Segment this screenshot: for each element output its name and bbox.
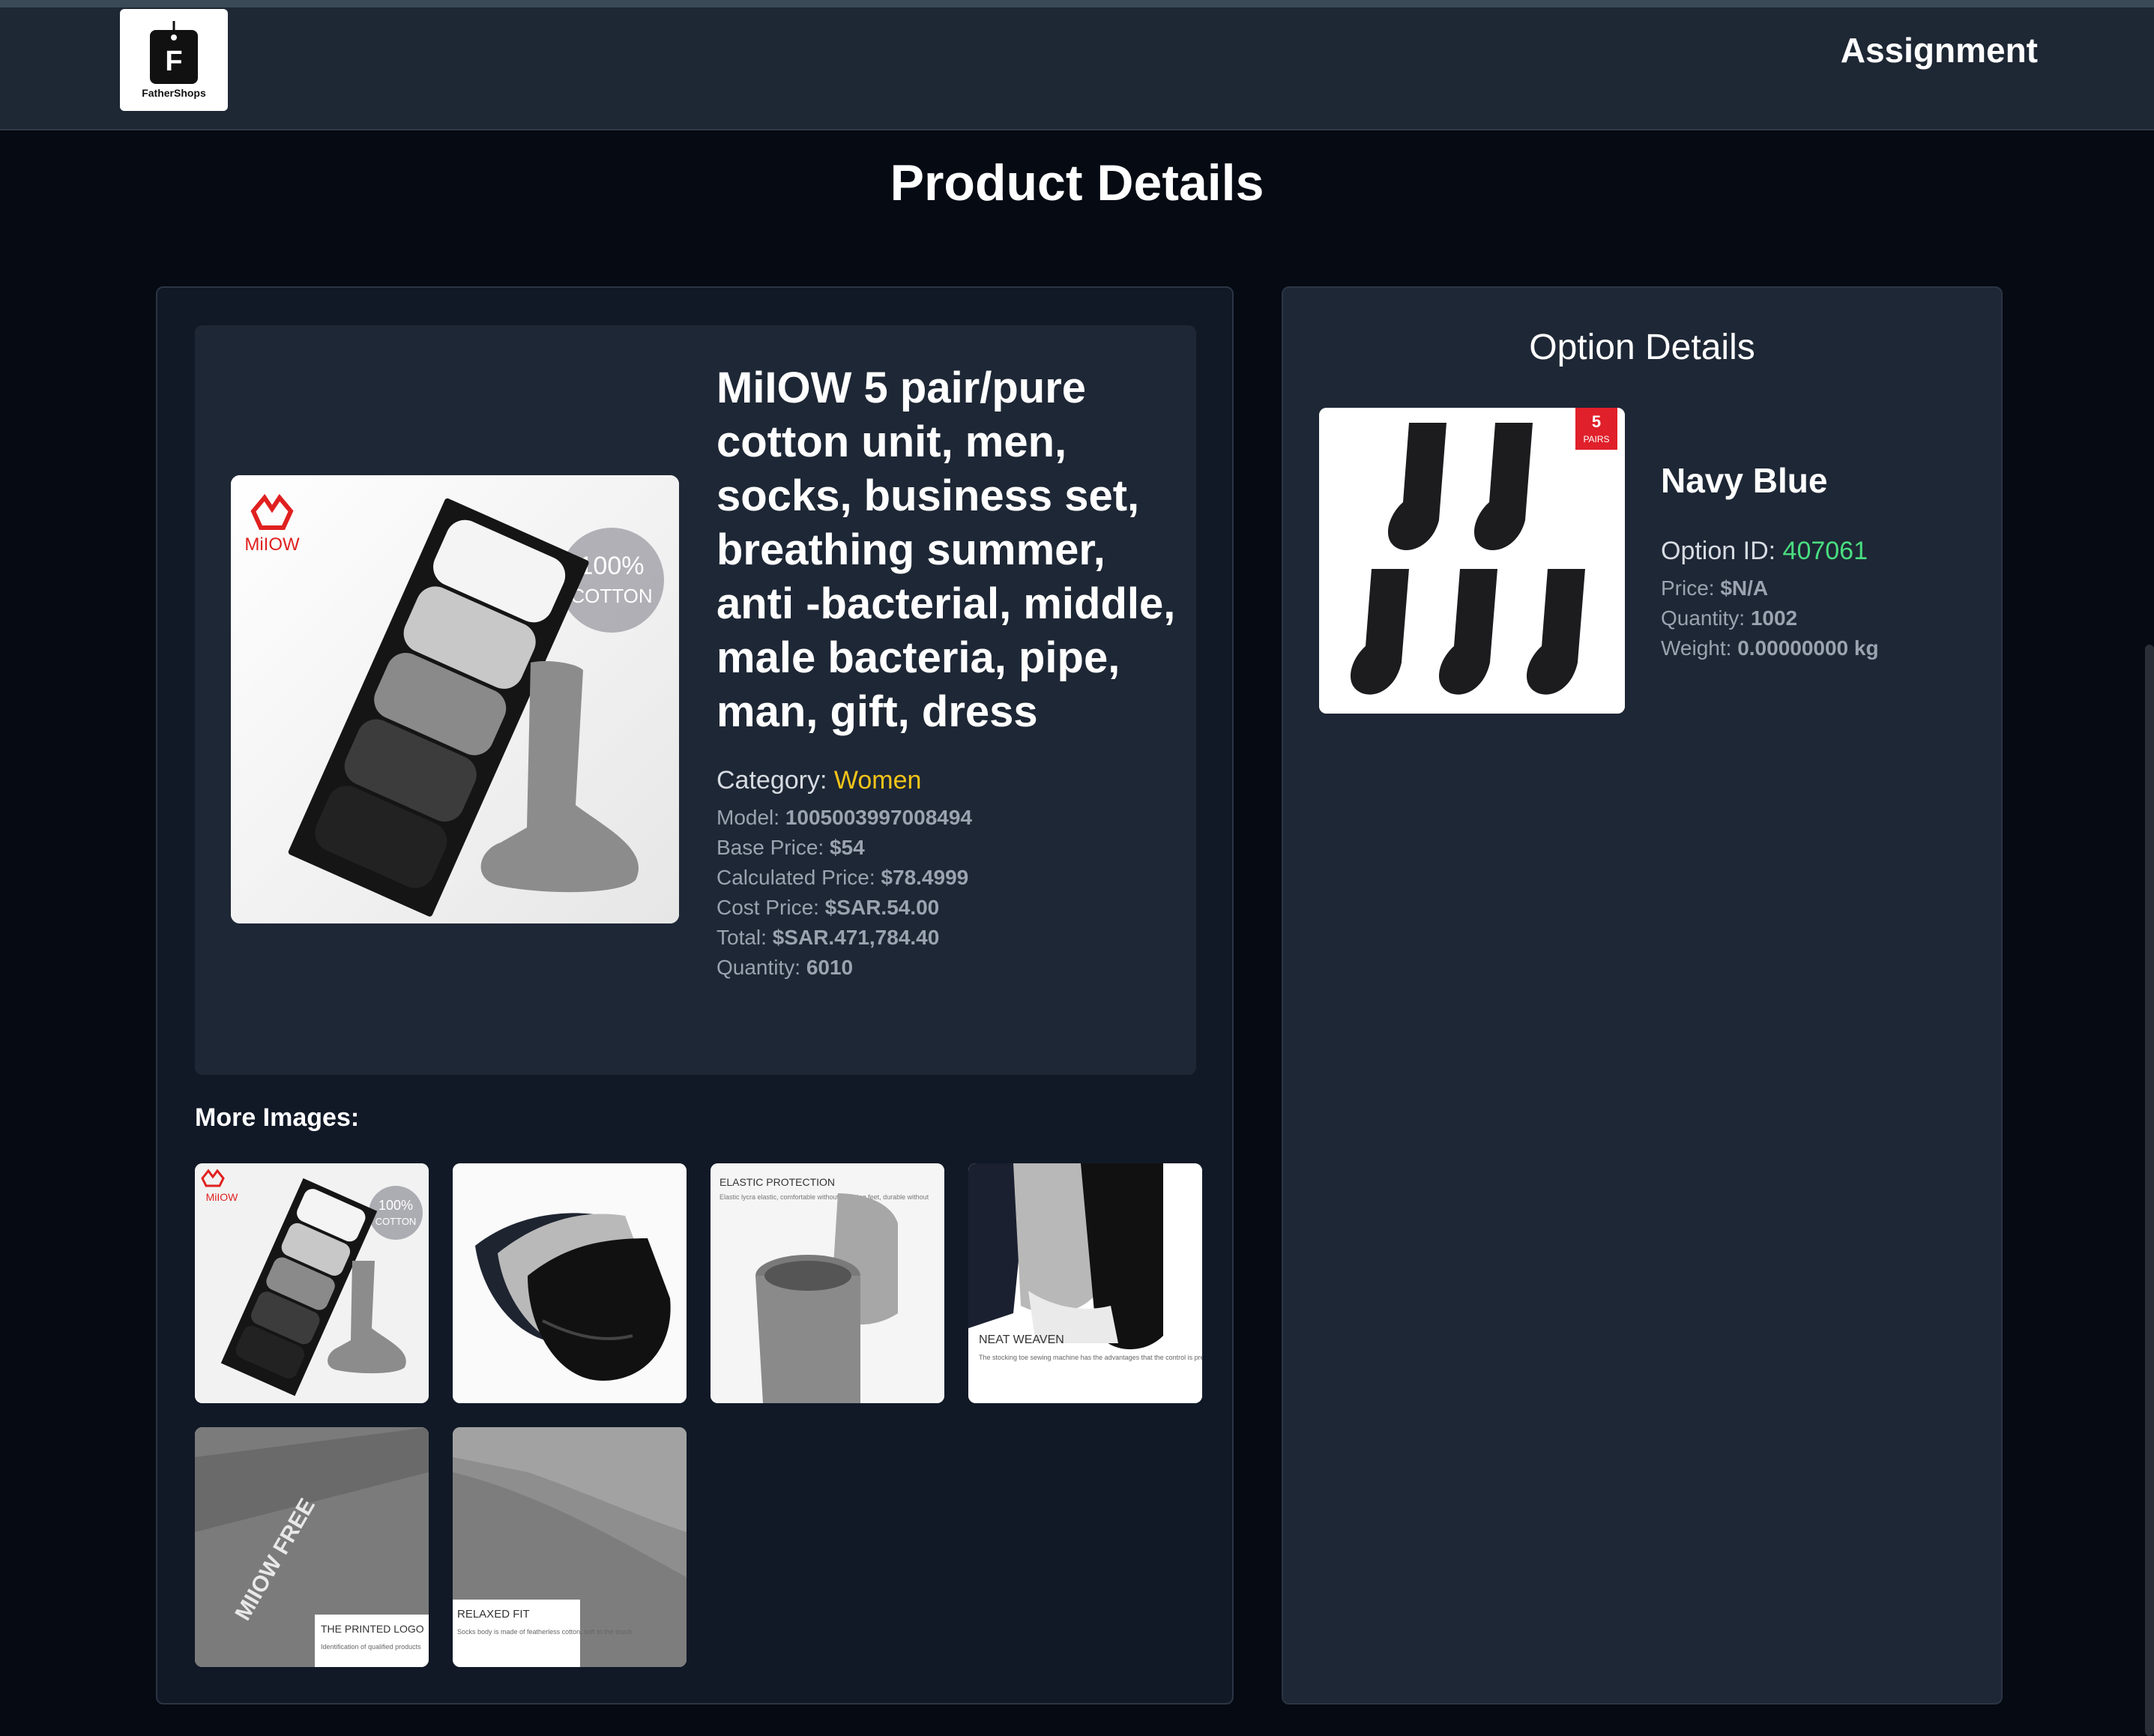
cost-price-row: Cost Price: $SAR.54.00 [717, 893, 1181, 923]
model-value: 1005003997008494 [785, 806, 972, 829]
thumbnail-4[interactable]: NEAT WEAVEN The stocking toe sewing mach… [968, 1163, 1202, 1403]
more-images-label: More Images: [195, 1103, 360, 1132]
option-info: Navy Blue Option ID: 407061 Price: $N/A … [1661, 460, 1991, 663]
thumb-relaxed-fit: RELAXED FIT Socks body is made of feathe… [453, 1427, 687, 1667]
total-label: Total: [717, 926, 767, 949]
nav-assignment-link[interactable]: Assignment [1841, 30, 2038, 70]
badge-line1: 100% [579, 552, 645, 580]
option-weight-label: Weight: [1661, 636, 1732, 660]
product-card: MiIOW 100% COTTON MiIOW 5 pair/pure cott… [195, 325, 1196, 1075]
option-title: Option Details [1529, 328, 1755, 367]
base-price-label: Base Price: [717, 836, 824, 859]
cost-price-value: $SAR.54.00 [824, 896, 940, 919]
quantity-value: 6010 [806, 956, 854, 979]
quantity-label: Quantity: [717, 956, 801, 979]
option-badge-text: PAIRS [1583, 434, 1609, 444]
thumb-socks-pile [453, 1163, 687, 1403]
thumb6-caption: RELAXED FIT [457, 1608, 530, 1621]
thumb4-sub: The stocking toe sewing machine has the … [979, 1354, 1202, 1361]
option-price-label: Price: [1661, 576, 1715, 600]
cost-price-label: Cost Price: [717, 896, 819, 919]
thumbnail-5[interactable]: MIIOW FREE THE PRINTED LOGO Identificati… [195, 1427, 429, 1667]
total-value: $SAR.471,784.40 [772, 926, 940, 949]
thumb3-caption: ELASTIC PROTECTION [719, 1176, 835, 1188]
option-id-label: Option ID: [1661, 537, 1776, 565]
category-row: Category: Women [717, 766, 1181, 795]
thumb6-sub: Socks body is made of featherless cotton… [457, 1628, 632, 1636]
thumb5-sub: Identification of qualified products [321, 1643, 421, 1651]
option-id-row: Option ID: 407061 [1661, 537, 1991, 566]
product-main-image[interactable]: MiIOW 100% COTTON [231, 475, 679, 923]
thumbnail-2[interactable] [453, 1163, 687, 1403]
option-price-row: Price: $N/A [1661, 573, 1991, 603]
window-top-strip [0, 0, 2154, 7]
option-weight-row: Weight: 0.00000000 kg [1661, 633, 1991, 663]
thumbnail-1[interactable]: MiIOW 100% COTTON [195, 1163, 429, 1403]
option-price-value: $N/A [1720, 576, 1769, 600]
category-value[interactable]: Women [834, 766, 922, 795]
shopping-tag-icon: F [150, 21, 198, 84]
page-title: Product Details [890, 154, 1264, 211]
option-image[interactable]: 5 PAIRS [1319, 408, 1625, 714]
image-brand: MiIOW [244, 534, 300, 555]
thumb-elastic: ELASTIC PROTECTION Elastic lycra elastic… [711, 1163, 944, 1403]
option-weight-value: 0.00000000 kg [1737, 636, 1879, 660]
option-name: Navy Blue [1661, 461, 1828, 500]
thumb4-caption: NEAT WEAVEN [979, 1333, 1064, 1346]
model-row: Model: 1005003997008494 [717, 803, 1181, 833]
model-label: Model: [717, 806, 780, 829]
calculated-price-label: Calculated Price: [717, 866, 875, 889]
thumb3-sub: Elastic lycra elastic, comfortable witho… [719, 1193, 929, 1201]
thumbnail-3[interactable]: ELASTIC PROTECTION Elastic lycra elastic… [711, 1163, 944, 1403]
thumb5-caption: THE PRINTED LOGO [321, 1623, 424, 1635]
product-name: MiIOW 5 pair/pure cotton unit, men, sock… [717, 364, 1176, 736]
option-quantity-label: Quantity: [1661, 606, 1746, 630]
thumb-box-illustration: MiIOW 100% COTTON [195, 1163, 429, 1403]
thumb-neat-weaven: NEAT WEAVEN The stocking toe sewing mach… [968, 1163, 1202, 1403]
thumbnail-6[interactable]: RELAXED FIT Socks body is made of feathe… [453, 1427, 687, 1667]
quantity-row: Quantity: 6010 [717, 953, 1181, 983]
option-quantity-row: Quantity: 1002 [1661, 603, 1991, 633]
base-price-value: $54 [829, 836, 865, 859]
badge-line2: COTTON [570, 585, 652, 607]
logo[interactable]: F FatherShops [120, 9, 228, 111]
calculated-price-row: Calculated Price: $78.4999 [717, 863, 1181, 893]
product-panel: MiIOW 100% COTTON MiIOW 5 pair/pure cott… [156, 286, 1234, 1705]
logo-text: FatherShops [142, 87, 206, 99]
category-label: Category: [717, 766, 827, 795]
thumb-brand: MiIOW [206, 1191, 239, 1203]
base-price-row: Base Price: $54 [717, 833, 1181, 863]
total-row: Total: $SAR.471,784.40 [717, 923, 1181, 953]
thumb-printed-logo: MIIOW FREE THE PRINTED LOGO Identificati… [195, 1427, 429, 1667]
thumb-badge2: COTTON [375, 1216, 417, 1227]
option-panel: Option Details 5 PAIRS Navy Blue Option … [1282, 286, 2003, 1705]
option-id-value: 407061 [1782, 537, 1868, 565]
option-quantity-value: 1002 [1750, 606, 1798, 630]
calculated-price-value: $78.4999 [881, 866, 969, 889]
option-socks-illustration: 5 PAIRS [1319, 408, 1625, 714]
sock-box-illustration: MiIOW 100% COTTON [231, 475, 679, 923]
navbar: F FatherShops Assignment [0, 7, 2154, 130]
thumb-badge1: 100% [378, 1198, 413, 1213]
logo-letter: F [165, 46, 182, 77]
option-badge-num: 5 [1592, 412, 1601, 431]
product-info: MiIOW 5 pair/pure cotton unit, men, sock… [717, 361, 1181, 983]
page-scrollbar[interactable] [2145, 645, 2154, 1736]
